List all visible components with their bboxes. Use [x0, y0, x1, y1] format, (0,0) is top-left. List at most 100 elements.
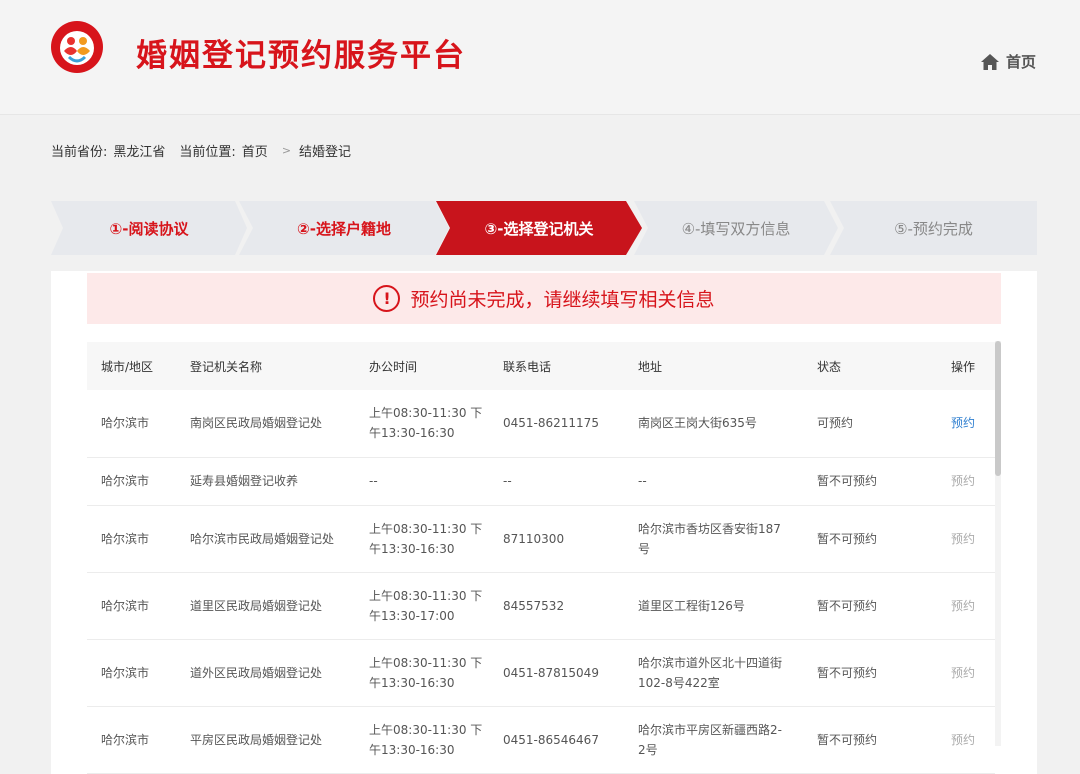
address-line: -- — [638, 474, 647, 488]
cell-action: 预约 — [937, 390, 995, 458]
office-table-wrap[interactable]: 城市/地区 登记机关名称 办公时间 联系电话 地址 状态 操作 哈尔滨市 南岗区… — [87, 342, 995, 774]
step-label: ⑤-预约完成 — [894, 219, 973, 238]
table-row: 哈尔滨市 道里区民政局婚姻登记处 上午08:30-11:30 下午13:30-1… — [87, 572, 995, 640]
step-label: ①-阅读协议 — [109, 219, 189, 238]
table-scrollbar[interactable] — [995, 341, 1001, 746]
logo-emblem-icon — [52, 22, 102, 72]
table-row: 哈尔滨市 道外区民政局婚姻登记处 上午08:30-11:30 下午13:30-1… — [87, 639, 995, 707]
hours-line: -- — [369, 474, 378, 488]
cell-phone: -- — [489, 457, 624, 506]
cell-city: 哈尔滨市 — [87, 457, 176, 506]
warning-icon: ! — [373, 285, 401, 312]
header-city: 城市/地区 — [87, 342, 176, 390]
breadcrumb: 当前省份: 黑龙江省 当前位置: 首页 > 结婚登记 — [51, 141, 357, 160]
cell-hours: 上午08:30-11:30 下午13:30-16:30 — [355, 505, 489, 573]
cell-phone: 0451-87815049 — [489, 639, 624, 707]
address-line: 哈尔滨市香坊区香安街187 — [638, 521, 781, 536]
step-label: ②-选择户籍地 — [297, 219, 391, 238]
breadcrumb-current: 结婚登记 — [299, 145, 352, 160]
book-button-disabled[interactable]: 预约 — [951, 599, 975, 613]
cell-city: 哈尔滨市 — [87, 572, 176, 640]
office-table: 城市/地区 登记机关名称 办公时间 联系电话 地址 状态 操作 哈尔滨市 南岗区… — [87, 342, 995, 774]
hours-line: 午13:30-16:30 — [369, 426, 455, 441]
scrollbar-thumb[interactable] — [995, 341, 1001, 476]
incomplete-alert: ! 预约尚未完成，请继续填写相关信息 — [87, 273, 1001, 324]
table-row: 哈尔滨市 平房区民政局婚姻登记处 上午08:30-11:30 下午13:30-1… — [87, 706, 995, 774]
cell-phone: 87110300 — [489, 505, 624, 573]
cell-office-name: 道外区民政局婚姻登记处 — [176, 639, 355, 707]
book-button-disabled[interactable]: 预约 — [951, 733, 975, 747]
province-value: 黑龙江省 — [113, 145, 166, 160]
header-action: 操作 — [937, 342, 995, 390]
header-phone: 联系电话 — [489, 342, 624, 390]
cell-status: 暂不可预约 — [803, 706, 937, 774]
cell-office-name: 哈尔滨市民政局婚姻登记处 — [176, 505, 355, 573]
hours-line: 上午08:30-11:30 下 — [369, 406, 483, 421]
hours-line: 午13:30-16:30 — [369, 675, 455, 690]
hours-line: 午13:30-16:30 — [369, 541, 455, 556]
cell-action: 预约 — [937, 457, 995, 506]
address-line: 102-8号422室 — [638, 675, 720, 690]
alert-message: 预约尚未完成，请继续填写相关信息 — [410, 289, 715, 311]
step-select-household: ②-选择户籍地 — [239, 201, 449, 255]
cell-phone: 0451-86546467 — [489, 706, 624, 774]
home-link-label: 首页 — [1005, 53, 1036, 71]
address-line: 2号 — [638, 742, 658, 757]
office-panel: ! 预约尚未完成，请继续填写相关信息 城市/地区 登记机关名称 办公时间 联系电… — [51, 271, 1037, 774]
book-button-disabled[interactable]: 预约 — [951, 666, 975, 680]
cell-city: 哈尔滨市 — [87, 505, 176, 573]
address-line: 南岗区王岗大街635号 — [638, 416, 757, 431]
cell-city: 哈尔滨市 — [87, 639, 176, 707]
hours-line: 上午08:30-11:30 下 — [369, 588, 483, 603]
cell-city: 哈尔滨市 — [87, 706, 176, 774]
location-label: 当前位置: — [179, 145, 236, 160]
step-read-agreement: ①-阅读协议 — [51, 201, 247, 255]
book-button[interactable]: 预约 — [951, 416, 975, 430]
cell-address: -- — [624, 457, 803, 506]
cell-status: 暂不可预约 — [803, 572, 937, 640]
site-title: 婚姻登记预约服务平台 — [136, 38, 466, 74]
step-label: ③-选择登记机关 — [484, 219, 594, 238]
cell-office-name: 平房区民政局婚姻登记处 — [176, 706, 355, 774]
table-row: 哈尔滨市 哈尔滨市民政局婚姻登记处 上午08:30-11:30 下午13:30-… — [87, 505, 995, 573]
address-line: 道里区工程街126号 — [638, 598, 745, 613]
step-select-office: ③-选择登记机关 — [436, 201, 642, 255]
cell-status: 可预约 — [803, 390, 937, 458]
cell-hours: -- — [355, 457, 489, 506]
home-link[interactable]: 首页 — [980, 51, 1036, 72]
table-row: 哈尔滨市 延寿县婚姻登记收养 -- -- -- 暂不可预约 预约 — [87, 457, 995, 506]
hours-line: 上午08:30-11:30 下 — [369, 722, 483, 737]
step-fill-info: ④-填写双方信息 — [634, 201, 838, 255]
header-hours: 办公时间 — [355, 342, 489, 390]
hours-line: 午13:30-16:30 — [369, 742, 455, 757]
cell-hours: 上午08:30-11:30 下午13:30-16:30 — [355, 639, 489, 707]
table-header-row: 城市/地区 登记机关名称 办公时间 联系电话 地址 状态 操作 — [87, 342, 995, 390]
cell-action: 预约 — [937, 639, 995, 707]
address-line: 哈尔滨市平房区新疆西路2- — [638, 722, 782, 737]
breadcrumb-separator: > — [281, 144, 292, 157]
cell-phone: 84557532 — [489, 572, 624, 640]
province-label: 当前省份: — [51, 145, 108, 160]
cell-action: 预约 — [937, 572, 995, 640]
cell-office-name: 延寿县婚姻登记收养 — [176, 457, 355, 506]
cell-hours: 上午08:30-11:30 下午13:30-16:30 — [355, 706, 489, 774]
cell-action: 预约 — [937, 505, 995, 573]
cell-address: 哈尔滨市道外区北十四道街 102-8号422室 — [624, 639, 803, 707]
cell-address: 哈尔滨市香坊区香安街187 号 — [624, 505, 803, 573]
hours-line: 上午08:30-11:30 下 — [369, 521, 483, 536]
cell-city: 哈尔滨市 — [87, 390, 176, 458]
cell-action: 预约 — [937, 706, 995, 774]
book-button-disabled[interactable]: 预约 — [951, 532, 975, 546]
header-address: 地址 — [624, 342, 803, 390]
site-logo[interactable] — [51, 21, 103, 73]
cell-hours: 上午08:30-11:30 下午13:30-17:00 — [355, 572, 489, 640]
book-button-disabled[interactable]: 预约 — [951, 474, 975, 488]
header-status: 状态 — [803, 342, 937, 390]
cell-address: 哈尔滨市平房区新疆西路2- 2号 — [624, 706, 803, 774]
cell-office-name: 道里区民政局婚姻登记处 — [176, 572, 355, 640]
step-complete: ⑤-预约完成 — [830, 201, 1037, 255]
breadcrumb-home[interactable]: 首页 — [242, 141, 268, 160]
cell-address: 南岗区王岗大街635号 — [624, 390, 803, 458]
cell-address: 道里区工程街126号 — [624, 572, 803, 640]
home-icon — [980, 53, 999, 70]
